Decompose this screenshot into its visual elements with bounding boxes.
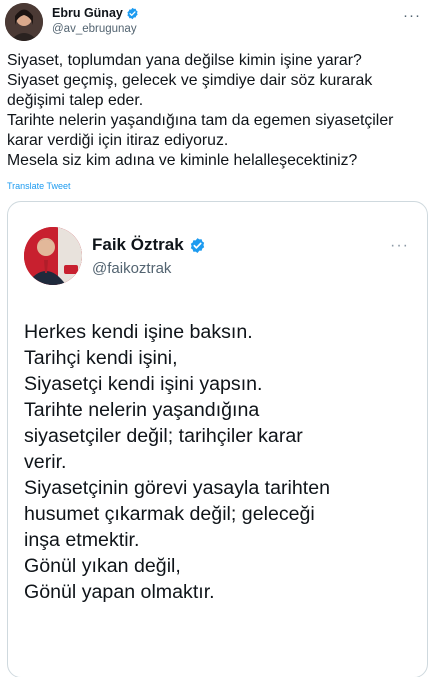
quoted-text-line: Herkes kendi işine baksın. xyxy=(24,321,253,343)
tweet-text-line: Mesela siz kim adına ve kiminle helalleş… xyxy=(7,152,358,169)
author-handle[interactable]: @av_ebrugunay xyxy=(52,23,137,35)
verified-badge-icon xyxy=(190,237,204,253)
quoted-author-avatar[interactable] xyxy=(24,227,82,285)
tweet-text-line: Siyaset geçmiş, gelecek ve şimdiye dair … xyxy=(7,72,373,89)
quoted-tweet-card[interactable]: Faik Öztrak @faikoztrak ··· Herkes kendi… xyxy=(7,201,428,677)
quoted-text-line: Gönül yıkan değil, xyxy=(24,555,181,577)
quoted-text-line: siyasetçiler değil; tarihçiler karar xyxy=(24,425,303,447)
author-name[interactable]: Ebru Günay xyxy=(52,6,139,20)
quoted-author-name[interactable]: Faik Öztrak xyxy=(92,235,206,255)
quoted-text-line: Tarihçi kendi işini, xyxy=(24,347,178,369)
quoted-author-handle[interactable]: @faikoztrak xyxy=(92,260,171,277)
tweet-text-line: Tarihte nelerin yaşandığına tam da egeme… xyxy=(7,112,394,129)
tweet-text-line: karar verdiği için itiraz ediyoruz. xyxy=(7,132,229,149)
tweet-text: Siyaset, toplumdan yana değilse kimin iş… xyxy=(7,51,427,171)
quoted-author-name-text[interactable]: Faik Öztrak xyxy=(92,235,184,255)
author-avatar[interactable] xyxy=(5,3,43,41)
quoted-text-line: inşa etmektir. xyxy=(24,529,140,551)
more-options-icon[interactable]: ··· xyxy=(403,7,421,24)
more-options-icon[interactable]: ··· xyxy=(390,237,409,255)
quoted-tweet-text: Herkes kendi işine baksın. Tarihçi kendi… xyxy=(24,319,419,605)
quoted-text-line: Tarihte nelerin yaşandığına xyxy=(24,399,260,421)
translate-tweet-link[interactable]: Translate Tweet xyxy=(7,181,71,191)
verified-badge-icon xyxy=(127,7,138,19)
author-name-text[interactable]: Ebru Günay xyxy=(52,6,123,20)
tweet: Ebru Günay @av_ebrugunay ··· Siyaset, to… xyxy=(0,0,435,677)
tweet-text-line: değişimi talep eder. xyxy=(7,92,144,109)
quoted-text-line: Siyasetçinin görevi yasayla tarihten xyxy=(24,477,331,499)
quoted-text-line: verir. xyxy=(24,451,67,473)
tweet-text-line: Siyaset, toplumdan yana değilse kimin iş… xyxy=(7,52,362,69)
quoted-text-line: Gönül yapan olmaktır. xyxy=(24,581,215,603)
quoted-text-line: husumet çıkarmak değil; geleceği xyxy=(24,503,315,525)
quoted-text-line: Siyasetçi kendi işini yapsın. xyxy=(24,373,263,395)
